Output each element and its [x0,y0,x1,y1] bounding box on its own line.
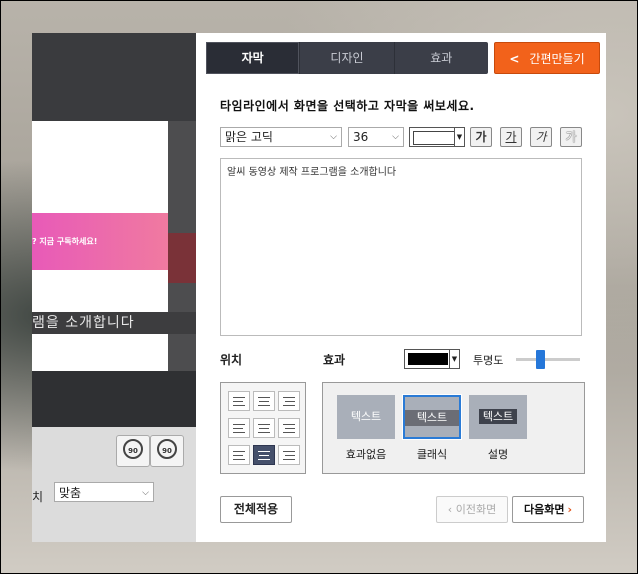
text-color-picker[interactable]: ▼ [409,127,465,147]
align-middle-left[interactable] [228,418,250,438]
easy-create-button[interactable]: < 간편만들기 [494,42,600,74]
preview-caption: 램을 소개합니다 [32,312,196,334]
align-bottom-center[interactable] [253,445,275,465]
align-top-right[interactable] [278,391,300,411]
bold-button[interactable]: 가 [470,127,492,147]
align-top-center[interactable] [253,391,275,411]
opacity-slider[interactable] [516,350,580,369]
position-label: 치 [32,490,44,504]
chevron-down-icon: ⌵ [142,488,149,498]
effect-color-swatch [408,353,448,365]
subscribe-banner: ? 지금 구독하세요! [32,213,168,270]
outline-button[interactable]: 가 [560,127,582,147]
position-select[interactable]: 맞춤 ⌵ [54,482,154,502]
rotate-right-icon: 90 [123,439,143,459]
effect-classic-card[interactable]: 텍스트 [402,394,462,440]
align-top-left[interactable] [228,391,250,411]
subtitle-editor-panel: 자막 디자인 효과 < 간편만들기 타임라인에서 화면을 선택하고 자막을 써보세… [196,33,606,542]
effect-none-label: 효과없음 [345,448,387,461]
opacity-label: 투명도 [473,354,504,367]
chevron-down-icon: ⌵ [392,132,399,142]
effect-description-label: 설명 [487,448,509,461]
underline-button[interactable]: 가 [500,127,522,147]
video-preview[interactable]: ? 지금 구독하세요! 램을 소개합니다 [32,121,196,371]
position-label: 위치 [220,353,243,367]
tab-bar: 자막 디자인 효과 [206,42,488,74]
chevron-left-icon: < [509,52,520,66]
align-bottom-left[interactable] [228,445,250,465]
italic-button[interactable]: 가 [530,127,552,147]
preview-panel: ? 지금 구독하세요! 램을 소개합니다 90 90 치 맞춤 ⌵ [32,33,196,542]
apply-all-button[interactable]: 전체적용 [220,496,292,523]
tab-subtitle[interactable]: 자막 [206,42,301,74]
effect-classic-label: 클래식 [416,448,448,461]
rotate-left-button[interactable]: 90 [150,435,184,467]
rotate-right-button[interactable]: 90 [116,435,150,467]
font-size-select[interactable]: 36 ⌵ [348,127,404,147]
rotate-left-icon: 90 [157,439,177,459]
text-color-swatch [413,131,455,145]
effect-description-card[interactable]: 텍스트 [469,395,527,439]
previous-screen-button[interactable]: ‹ 이전화면 [436,496,508,523]
opacity-slider-thumb[interactable] [536,350,545,369]
preview-toolbar [32,33,196,121]
tab-effect[interactable]: 효과 [395,42,488,74]
next-screen-button[interactable]: 다음화면 › [512,496,584,523]
instruction-text: 타임라인에서 화면을 선택하고 자막을 써보세요. [220,99,475,113]
caret-down-icon: ▼ [454,128,464,146]
chevron-left-icon: ‹ [447,503,456,516]
chevron-down-icon: ⌵ [330,132,337,142]
font-family-select[interactable]: 맑은 고딕 ⌵ [220,127,342,147]
position-grid [220,382,306,474]
effect-label: 효과 [323,353,346,367]
subtitle-textarea[interactable]: 알씨 동영상 제작 프로그램을 소개합니다 [220,158,582,336]
caret-down-icon: ▼ [449,350,459,368]
tab-design[interactable]: 디자인 [300,42,395,74]
align-middle-right[interactable] [278,418,300,438]
chevron-right-icon: › [567,503,573,516]
effect-none-card[interactable]: 텍스트 [337,395,395,439]
align-bottom-right[interactable] [278,445,300,465]
effect-options: 텍스트 효과없음 텍스트 클래식 텍스트 설명 [322,382,585,474]
effect-color-picker[interactable]: ▼ [404,349,460,369]
align-middle-center[interactable] [253,418,275,438]
